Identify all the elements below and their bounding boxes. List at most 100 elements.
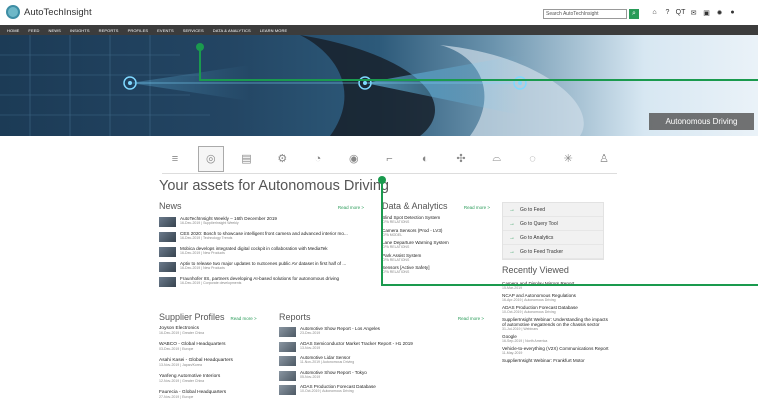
gear-icon[interactable]: ✹	[713, 9, 726, 17]
nav-item[interactable]: HOME	[7, 28, 19, 33]
category-button[interactable]: ◎	[197, 145, 224, 172]
category-button[interactable]: ◐	[412, 146, 438, 172]
recent-item[interactable]: SupplierInsight Webinar: Understanding t…	[502, 317, 612, 331]
report-text: Automotive Lidar Sensor 11-Nov-2019 | Aut…	[300, 355, 354, 368]
help-icon[interactable]: ?	[661, 9, 674, 17]
page-title: Your assets for Autonomous Driving	[159, 178, 389, 194]
recent-item[interactable]: SupplierInsight Webinar: Frankfurt Motor	[502, 358, 612, 363]
data-item[interactable]: Park Assist System CPA RELATIONS	[382, 253, 490, 266]
report-item[interactable]: ADAS Semiconductor Market Tracker Report…	[279, 341, 484, 354]
supplier-item[interactable]: Yanfeng Automotive Interiors 12-Nov-2019 …	[159, 374, 264, 388]
category-button[interactable]: ▤	[234, 146, 260, 172]
search-button[interactable]: ⌕	[629, 9, 639, 19]
user-icon[interactable]: ●	[726, 9, 739, 17]
news-item-meta: 16-Dec-2019 | New Products	[180, 266, 225, 270]
report-item[interactable]: Automotive Show Report - Los Angeles 23-D…	[279, 326, 484, 339]
goto-link-label: Go to Analytics	[520, 234, 554, 241]
recent-item-title[interactable]: SupplierInsight Webinar: Frankfurt Motor	[502, 358, 612, 363]
data-item[interactable]: Sensors [Active Safety] CPA RELATIONS	[382, 265, 490, 278]
category-button[interactable]: ≡	[162, 146, 188, 172]
supplier-item[interactable]: Asahi Kasei - Global Headquarters 13-Nov-…	[159, 358, 264, 372]
goto-link[interactable]: → Go to Analytics	[503, 231, 603, 245]
news-item[interactable]: Aptiv to release two major updates to nu…	[159, 261, 364, 274]
supplier-item[interactable]: Faurecia - Global Headquarters 27-Nov-201…	[159, 390, 264, 404]
data-item[interactable]: Camera Sensors (Prod - LV3) CPA MODEL	[382, 228, 490, 241]
nav-item[interactable]: PROFILES	[128, 28, 149, 33]
data-item[interactable]: Blind Spot Detection System CPA RELATIONS	[382, 215, 490, 228]
steering-icon: ◎	[205, 153, 216, 165]
report-item[interactable]: Automotive Show Report - Tokyo 05-Nov-201…	[279, 370, 484, 383]
category-button[interactable]: ◌	[520, 146, 546, 172]
search-input[interactable]: Search AutoTechInsight	[543, 9, 627, 19]
supplier-item[interactable]: Joyson Electronics 16-Dec-2019 | Greater …	[159, 326, 264, 340]
quick-links-panel: → Go to Feed → Go to Query Tool → Go to Analy…	[502, 202, 604, 260]
news-thumbnail	[159, 217, 176, 227]
nav-item[interactable]: FEED	[28, 28, 39, 33]
category-button[interactable]: ✣	[448, 146, 474, 172]
category-button[interactable]: ◔	[305, 146, 331, 172]
report-text: Automotive Show Report - Tokyo 05-Nov-201…	[300, 370, 367, 383]
nav-item[interactable]: INSIGHTS	[70, 28, 90, 33]
category-button[interactable]: ⌓	[484, 146, 510, 172]
supplier-item[interactable]: WABCO - Global Headquarters 03-Dec-2019 |…	[159, 342, 264, 356]
data-item[interactable]: Lane Departure Warning System CPA RELATIO…	[382, 240, 490, 253]
news-section: News Read more > AutoTechInsight Weekly …	[159, 201, 364, 291]
report-thumbnail	[279, 385, 296, 395]
nav-item[interactable]: SERVICES	[183, 28, 204, 33]
top-header: AutoTechInsight Search AutoTechInsight ⌕…	[0, 0, 758, 25]
report-text: Automotive Show Report - Los Angeles 23-D…	[300, 326, 380, 339]
recent-item[interactable]: ADAS Production Forecast Database 10-Oct-…	[502, 305, 612, 314]
supplier-item-meta: 13-Nov-2019 | Japan/Korea	[159, 363, 202, 367]
news-read-more-link[interactable]: Read more >	[338, 205, 364, 210]
news-item[interactable]: AutoTechInsight Weekly – 16th December 2…	[159, 216, 364, 229]
nav-item[interactable]: EVENTS	[157, 28, 174, 33]
reports-read-more-link[interactable]: Read more >	[458, 316, 484, 321]
recent-item[interactable]: Camera and Display Mirrors Report 15-Mar-…	[502, 281, 612, 290]
news-item[interactable]: Mobica develops integrated digital cockp…	[159, 246, 364, 259]
goto-link[interactable]: → Go to Query Tool	[503, 217, 603, 231]
image-icon[interactable]: ▣	[700, 9, 713, 17]
recent-item[interactable]: NCAP and Autonomous Regulations 16-Apr-20…	[502, 293, 612, 302]
news-item[interactable]: Fraunhofer IIS, partners developing AI-b…	[159, 276, 364, 289]
report-thumbnail	[279, 327, 296, 337]
nav-item[interactable]: NEWS	[48, 28, 60, 33]
recent-item[interactable]: Vehicle-to-everything (V2X) Communicatio…	[502, 346, 612, 355]
category-button[interactable]: ◉	[341, 146, 367, 172]
report-item[interactable]: Automotive Lidar Sensor 11-Nov-2019 | Aut…	[279, 355, 484, 368]
data-analytics-read-more-link[interactable]: Read more >	[464, 205, 490, 210]
report-item[interactable]: ADAS Production Forecast Database 10-Oct-…	[279, 384, 484, 397]
nav-item[interactable]: LEARN MORE	[260, 28, 287, 33]
brake-icon: ◉	[348, 153, 359, 165]
qt-icon[interactable]: QT	[674, 9, 687, 17]
car-icon: ⌓	[492, 152, 502, 164]
report-item-title[interactable]: Automotive Show Report - Tokyo	[300, 370, 367, 375]
category-button[interactable]: ♙	[591, 146, 617, 172]
home-icon[interactable]: ⌂	[648, 9, 661, 17]
goto-link-label: Go to Feed	[520, 206, 546, 213]
news-item[interactable]: CES 2020: Bosch to showcase intelligent …	[159, 231, 364, 244]
category-button[interactable]: ⌐	[377, 146, 403, 172]
report-item-meta: 13-Nov-2019	[300, 345, 321, 350]
news-heading: News	[159, 201, 182, 211]
supplier-profiles-read-more-link[interactable]: Read more >	[231, 316, 257, 321]
mail-icon[interactable]: ✉	[687, 9, 700, 17]
nav-item[interactable]: DATA & ANALYTICS	[213, 28, 251, 33]
arrow-right-icon: →	[509, 220, 515, 227]
recent-item[interactable]: Google 16-Sep-2019 | North America	[502, 334, 612, 343]
report-text: ADAS Production Forecast Database 10-Oct-…	[300, 384, 376, 397]
category-button[interactable]: ✳	[555, 146, 581, 172]
recent-item-meta: 15-Mar-2019	[502, 286, 523, 290]
recent-item-title[interactable]: SupplierInsight Webinar: Understanding t…	[502, 317, 612, 327]
banner-graphic	[0, 35, 584, 136]
goto-link[interactable]: → Go to Feed Tracker	[503, 245, 603, 259]
site-logo[interactable]: AutoTechInsight	[6, 5, 92, 19]
report-item-meta: 05-Nov-2019	[300, 374, 321, 379]
news-text: Mobica develops integrated digital cockp…	[180, 246, 328, 259]
data-item-meta: CPA RELATIONS	[382, 270, 410, 274]
nav-item[interactable]: REPORTS	[99, 28, 119, 33]
goto-link[interactable]: → Go to Feed	[503, 203, 603, 217]
category-button[interactable]: ⚙	[269, 146, 295, 172]
hero-banner: Autonomous Driving	[0, 35, 758, 136]
report-item-title[interactable]: ADAS Semiconductor Market Tracker Report…	[300, 341, 413, 346]
arrow-right-icon: →	[509, 206, 515, 213]
